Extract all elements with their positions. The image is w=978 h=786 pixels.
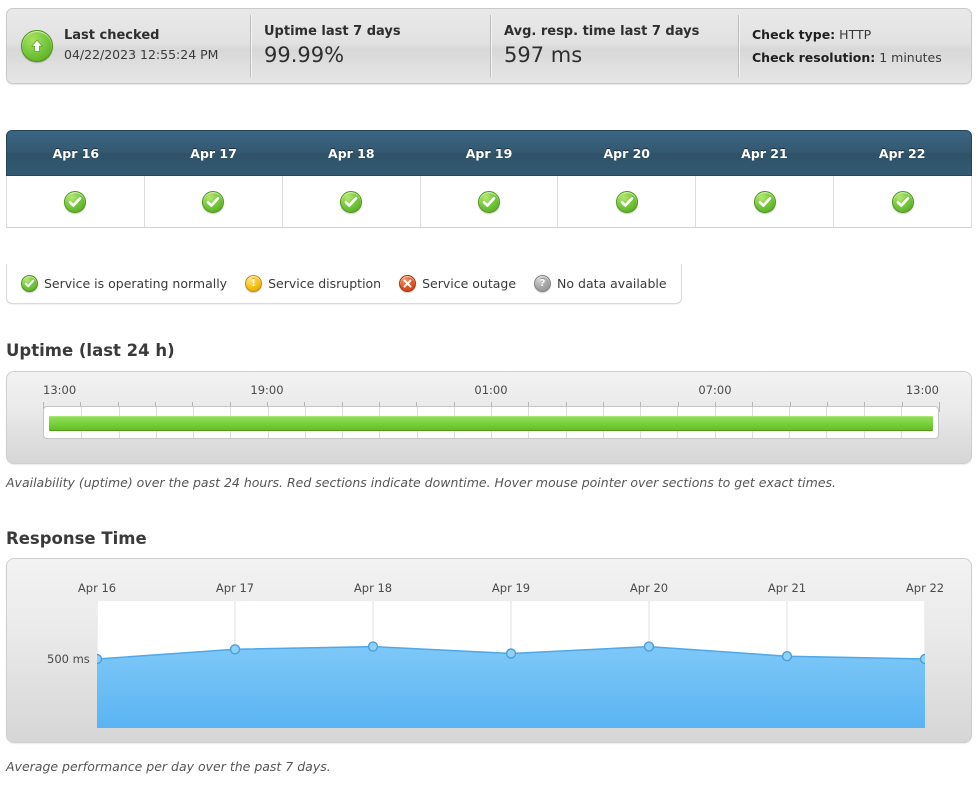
uptime-value: 99.99%	[264, 43, 345, 68]
day-header-cell: Apr 19	[420, 131, 558, 175]
day-label: Apr 19	[465, 145, 513, 161]
day-header-cell: Apr 21	[696, 131, 834, 175]
legend-label: No data available	[557, 276, 667, 291]
response-time-x-label: Apr 16	[77, 581, 117, 595]
uptime-tick-label: 07:00	[698, 383, 732, 397]
summary-check-info: Check type: HTTP Check resolution: 1 min…	[738, 9, 971, 83]
uptime-tick-label: 19:00	[250, 383, 284, 397]
uptime-tick-label: 13:00	[43, 383, 77, 397]
response-time-x-label: Apr 19	[491, 581, 531, 595]
day-status-cell[interactable]	[7, 176, 145, 227]
response-time-area	[97, 646, 925, 728]
check-type-row: Check type: HTTP	[752, 23, 942, 46]
check-circle-icon	[753, 190, 776, 213]
day-status-cell[interactable]	[421, 176, 559, 227]
day-header-cell: Apr 20	[558, 131, 696, 175]
summary-response-time: Avg. resp. time last 7 days 597 ms	[490, 9, 738, 83]
uptime-chart-panel: 13:00 19:00 01:00 07:00 13:00	[6, 371, 972, 464]
response-time-x-label: Apr 17	[215, 581, 255, 595]
daily-status-header-row: Apr 16 Apr 17 Apr 18 Apr 19 Apr 20 Apr 21 Apr …	[6, 130, 972, 176]
day-status-cell[interactable]	[283, 176, 421, 227]
response-time-section-title: Response Time	[6, 529, 147, 548]
legend-item: ? No data available	[534, 275, 667, 292]
response-time-x-label: Apr 20	[629, 581, 669, 595]
check-type-value: HTTP	[839, 26, 872, 42]
day-label: Apr 17	[190, 145, 237, 161]
check-circle-icon	[202, 190, 225, 213]
legend-label: Service is operating normally	[44, 276, 228, 291]
response-time-plot-area[interactable]: Apr 16: 500 ms Apr 17: 570 ms Apr 18: 590 …	[97, 601, 925, 728]
question-circle-icon: ?	[534, 275, 552, 292]
response-time-data-point[interactable]: Apr 17: 570 ms	[229, 644, 241, 655]
check-circle-icon	[340, 190, 363, 213]
error-circle-icon	[399, 275, 417, 292]
legend-label: Service outage	[422, 276, 517, 291]
check-circle-icon	[615, 190, 638, 213]
response-time-data-point[interactable]: Apr 18: 590 ms	[367, 641, 379, 652]
uptime-label: Uptime last 7 days	[264, 24, 401, 40]
day-status-cell[interactable]	[696, 176, 835, 227]
uptime-x-axis: 13:00 19:00 01:00 07:00 13:00	[43, 383, 939, 403]
summary-uptime: Uptime last 7 days 99.99%	[250, 9, 490, 83]
legend-item: ! Service disruption	[245, 275, 381, 292]
day-status-cell[interactable]	[145, 176, 283, 227]
daily-status-icon-row	[6, 176, 972, 228]
status-page: Last checked 04/22/2023 12:55:24 PM Upti…	[0, 0, 978, 786]
response-time-x-label: Apr 18	[353, 581, 393, 595]
day-header-cell: Apr 22	[833, 131, 971, 175]
day-status-cell[interactable]	[558, 176, 697, 227]
day-label: Apr 20	[603, 145, 650, 161]
response-time-caption: Average performance per day over the pas…	[6, 759, 331, 774]
response-time-chart-panel: Apr 16: 500 ms Apr 17: 570 ms Apr 18: 590 …	[6, 558, 972, 743]
uptime-caption: Availability (uptime) over the past 24 h…	[6, 475, 837, 490]
legend-label: Service disruption	[268, 276, 382, 291]
uptime-section-title: Uptime (last 24 h)	[6, 341, 175, 360]
check-circle-icon	[64, 190, 87, 213]
warning-circle-icon: !	[245, 275, 263, 292]
day-header-cell: Apr 18	[282, 131, 420, 175]
check-type-label: Check type:	[752, 26, 836, 42]
uptime-segment[interactable]	[49, 416, 933, 431]
day-header-cell: Apr 16	[7, 131, 145, 175]
day-header-cell: Apr 17	[145, 131, 283, 175]
uptime-tick-label: 01:00	[474, 383, 508, 397]
response-time-data-point[interactable]: Apr 16: 500 ms	[97, 653, 103, 665]
response-time-data-point[interactable]: Apr 19: 540 ms	[505, 648, 517, 659]
response-time-data-point[interactable]: Apr 22: 500 ms	[919, 653, 926, 665]
check-resolution-row: Check resolution: 1 minutes	[752, 46, 942, 69]
resp-time-value: 597 ms	[504, 43, 583, 68]
daily-status-table: Apr 16 Apr 17 Apr 18 Apr 19 Apr 20 Apr 21 Apr …	[6, 130, 972, 228]
check-resolution-label: Check resolution:	[752, 50, 876, 65]
day-label: Apr 21	[741, 145, 788, 161]
day-label: Apr 18	[328, 145, 375, 161]
response-time-data-point[interactable]: Apr 21: 520 ms	[781, 651, 793, 662]
status-legend: Service is operating normally! Service di…	[6, 264, 682, 304]
uptime-hour-tick	[939, 402, 940, 412]
response-time-area-svg: Apr 16: 500 ms Apr 17: 570 ms Apr 18: 590 …	[97, 601, 925, 728]
response-time-x-label: Apr 22	[905, 581, 945, 595]
uptime-track[interactable]	[43, 406, 939, 439]
last-checked-label: Last checked	[64, 28, 160, 44]
up-arrow-icon	[21, 30, 53, 62]
response-time-y-label: 500 ms	[47, 651, 90, 666]
uptime-tick-label: 13:00	[905, 383, 939, 397]
day-status-cell[interactable]	[834, 176, 971, 227]
resp-time-label: Avg. resp. time last 7 days	[504, 24, 700, 40]
check-circle-icon	[21, 275, 38, 292]
response-time-chart: Apr 16: 500 ms Apr 17: 570 ms Apr 18: 590 …	[7, 559, 971, 742]
legend-item: Service is operating normally	[21, 275, 227, 292]
check-resolution-value: 1 minutes	[879, 50, 942, 65]
response-time-x-label: Apr 21	[767, 581, 807, 595]
check-circle-icon	[891, 190, 914, 213]
check-circle-icon	[478, 190, 500, 213]
response-time-data-point[interactable]: Apr 20: 590 ms	[643, 641, 655, 652]
day-label: Apr 16	[52, 145, 100, 161]
legend-item: Service outage	[399, 275, 516, 292]
summary-last-checked: Last checked 04/22/2023 12:55:24 PM	[7, 9, 250, 83]
day-label: Apr 22	[878, 145, 926, 161]
last-checked-value: 04/22/2023 12:55:24 PM	[64, 47, 219, 63]
summary-bar: Last checked 04/22/2023 12:55:24 PM Upti…	[6, 8, 972, 84]
